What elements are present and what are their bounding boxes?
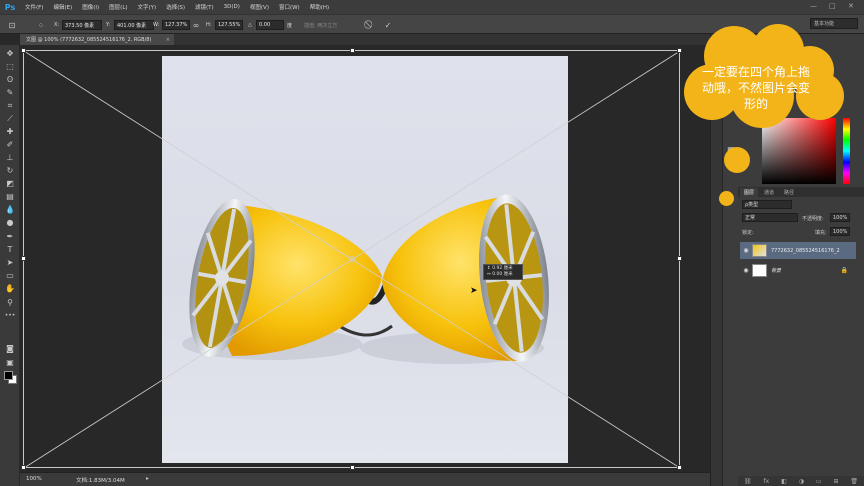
transform-handle-bottom-left[interactable] xyxy=(21,465,26,470)
layer-mask-icon[interactable]: ◧ xyxy=(781,478,787,485)
transform-handle-bottom[interactable] xyxy=(350,465,355,470)
tooltip-horizontal: ↔ 0.00 厘米 xyxy=(487,272,513,277)
status-menu-arrow-icon[interactable]: ▸ xyxy=(146,475,149,482)
layer-style-icon[interactable]: fx xyxy=(764,478,770,485)
layer-thumbnail xyxy=(752,244,767,257)
annotation-bubble-large xyxy=(724,147,750,173)
transform-handle-bottom-right[interactable] xyxy=(677,465,682,470)
layers-panel-tabs: 图层 通道 路径 xyxy=(738,187,864,197)
transform-handle-top[interactable] xyxy=(350,48,355,53)
document-size: 文档:1.83M/3.04M xyxy=(76,478,125,484)
fill-field[interactable]: 100% xyxy=(830,227,850,236)
layer-thumbnail xyxy=(752,264,767,277)
tab-paths[interactable]: 路径 xyxy=(780,188,798,197)
fill-label: 填充: xyxy=(815,230,827,236)
layers-panel-footer: ⛓ fx ◧ ◑ ▭ ⊞ 🗑 xyxy=(738,476,864,486)
mouse-cursor-icon: ➤ xyxy=(470,286,478,296)
layer-row-image[interactable]: ◉ 7772632_085524516176_2 xyxy=(740,242,856,259)
visibility-eye-icon[interactable]: ◉ xyxy=(740,247,752,254)
layer-name[interactable]: 7772632_085524516176_2 xyxy=(771,248,840,254)
new-layer-icon[interactable]: ⊞ xyxy=(833,478,838,485)
transform-handle-left[interactable] xyxy=(21,256,26,261)
transform-handle-right[interactable] xyxy=(677,256,682,261)
drag-readout-tooltip: ↕ 0.92 厘米 ↔ 0.00 厘米 xyxy=(483,264,523,280)
link-layers-icon[interactable]: ⛓ xyxy=(744,478,752,485)
layer-kind-filter[interactable]: ρ类型 xyxy=(742,200,792,209)
opacity-label: 不透明度: xyxy=(802,216,824,222)
zoom-level[interactable]: 100% xyxy=(26,476,42,482)
tab-layers[interactable]: 图层 xyxy=(740,188,759,197)
blend-mode-select[interactable]: 正常 xyxy=(742,213,798,222)
transform-handle-top-left[interactable] xyxy=(21,48,26,53)
status-bar: 100% 文档:1.83M/3.04M ▸ xyxy=(20,472,710,486)
lock-label: 锁定: xyxy=(742,230,754,236)
annotation-bubble-small xyxy=(719,191,734,206)
delete-layer-icon[interactable]: 🗑 xyxy=(850,478,858,485)
annotation-text: 一定要在四个角上拖动哦，不然图片会变形的 xyxy=(701,65,810,111)
lock-icon: 🔒 xyxy=(840,267,848,274)
transform-center-point[interactable] xyxy=(349,256,355,262)
group-icon[interactable]: ▭ xyxy=(816,478,822,485)
adjustment-layer-icon[interactable]: ◑ xyxy=(799,478,804,485)
visibility-eye-icon[interactable]: ◉ xyxy=(740,267,752,274)
opacity-field[interactable]: 100% xyxy=(830,213,850,222)
layer-row-background[interactable]: ◉ 背景 🔒 xyxy=(740,262,856,279)
layer-name[interactable]: 背景 xyxy=(771,267,841,274)
tab-channels[interactable]: 通道 xyxy=(760,188,778,197)
